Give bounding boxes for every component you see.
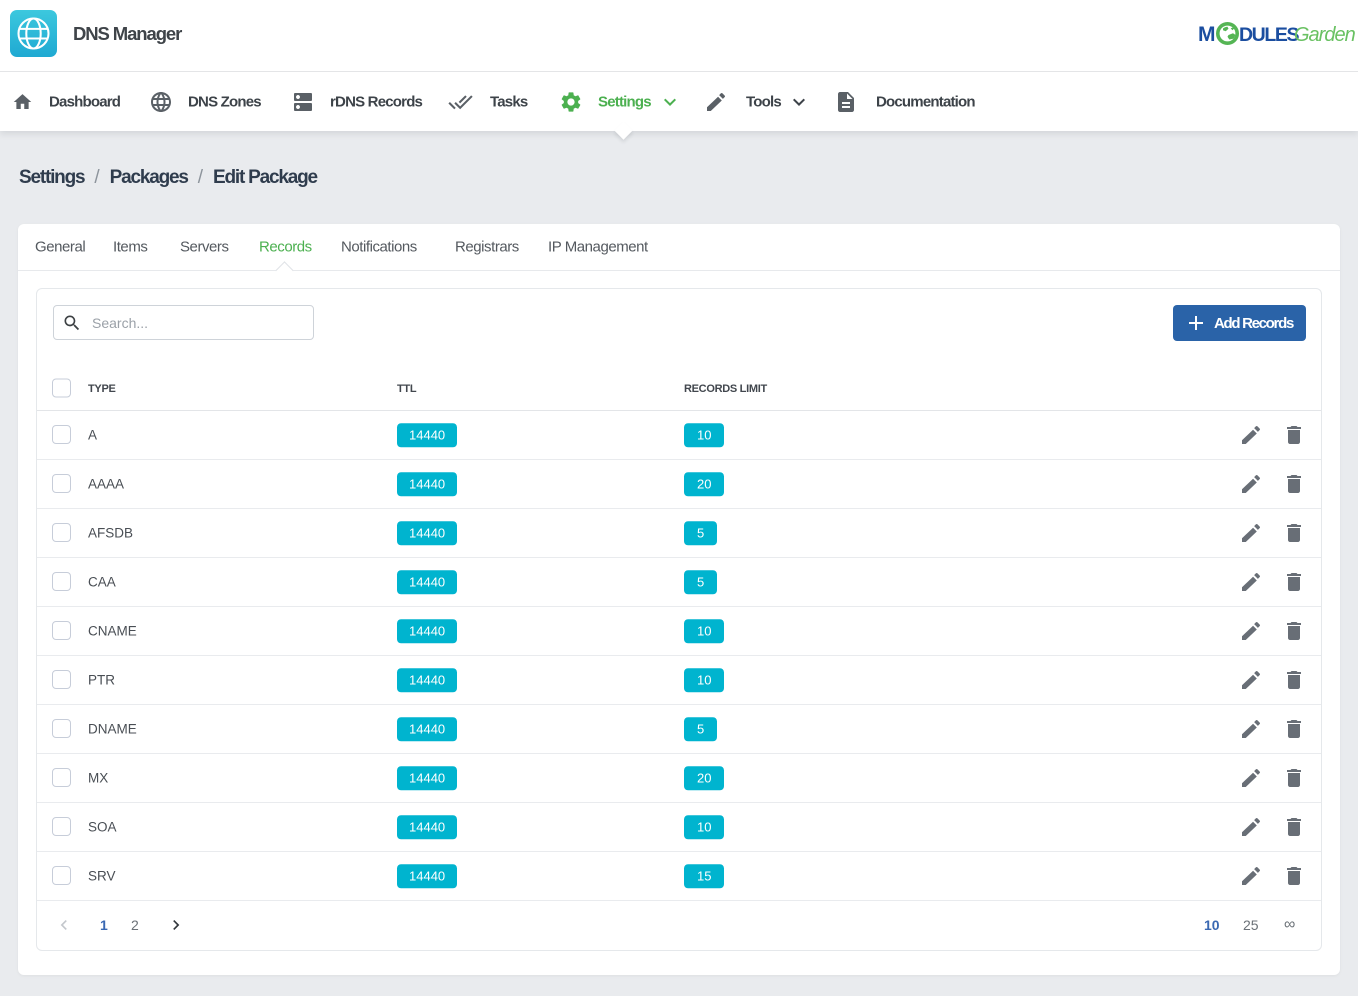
- svg-text:M: M: [1199, 23, 1216, 46]
- svg-text:DULES: DULES: [1239, 24, 1299, 46]
- svg-text:Garden: Garden: [1294, 24, 1356, 46]
